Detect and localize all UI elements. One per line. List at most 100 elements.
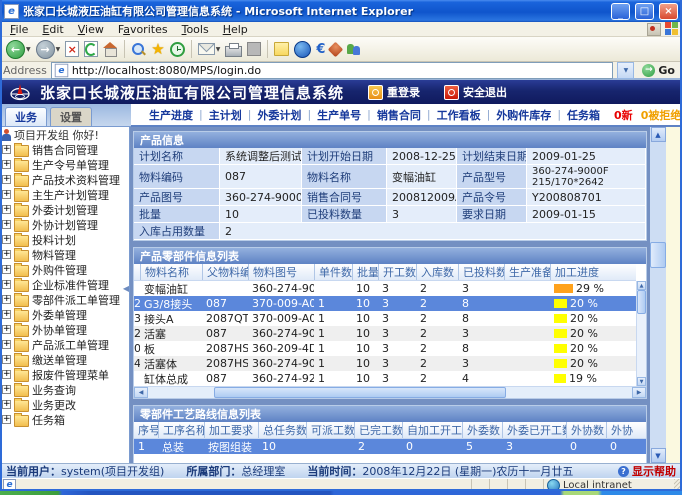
parts-horizontal-scrollbar[interactable]: ◀ ▶ — [134, 386, 646, 398]
sidebar-item-9[interactable]: +企业标准件管理 — [0, 277, 129, 292]
show-help-button[interactable]: ? 显示帮助 — [618, 463, 676, 479]
table-row[interactable]: 2活塞087360-274-9010F11032320 % — [134, 326, 636, 341]
menu-item-view[interactable]: View — [71, 23, 111, 36]
notes-button[interactable] — [272, 38, 291, 61]
browser-globe-button[interactable] — [292, 38, 313, 61]
resize-grip[interactable] — [674, 479, 682, 491]
table-row[interactable]: 缸体总成087360-274-9200F11032419 % — [134, 371, 636, 386]
sidebar-item-3[interactable]: +主生产计划管理 — [0, 187, 129, 202]
column-header[interactable]: 外协数 — [566, 422, 606, 438]
nav-item-4[interactable]: 销售合同 — [371, 107, 427, 123]
windows-taskbar-sliver[interactable] — [0, 491, 682, 495]
table-row[interactable]: 1总装按图组装10205300 — [134, 439, 646, 454]
column-header[interactable]: 开工数 — [378, 264, 416, 280]
table-row[interactable]: 变幅油缸360-274-9000F1032329 % — [134, 281, 636, 296]
sidebar-item-18[interactable]: +任务箱 — [0, 412, 129, 427]
logout-button[interactable]: 安全退出 — [444, 84, 507, 100]
menu-item-edit[interactable]: Edit — [35, 23, 70, 36]
expand-icon[interactable]: + — [2, 295, 11, 304]
page-scrollbar[interactable]: ▲ ▼ — [650, 127, 666, 463]
forward-dropdown-icon[interactable]: ▼ — [56, 46, 61, 53]
sidebar-item-12[interactable]: +外协单管理 — [0, 322, 129, 337]
search-button[interactable] — [129, 38, 148, 61]
close-button[interactable]: × — [659, 3, 678, 20]
sidebar-item-14[interactable]: +缴送单管理 — [0, 352, 129, 367]
scroll-thumb[interactable] — [214, 387, 506, 398]
sidebar-item-8[interactable]: +外购件管理 — [0, 262, 129, 277]
nav-item-6[interactable]: 外购件库存 — [490, 107, 557, 123]
column-header[interactable]: 加工进度 — [550, 264, 636, 280]
column-header[interactable]: 加工要求 — [204, 422, 258, 438]
tab-business[interactable]: 业务 — [5, 107, 47, 126]
expand-icon[interactable]: + — [2, 355, 11, 364]
address-dropdown-button[interactable]: ▼ — [617, 62, 634, 79]
expand-icon[interactable]: + — [2, 310, 11, 319]
expand-icon[interactable]: + — [2, 190, 11, 199]
back-dropdown-icon[interactable]: ▼ — [26, 46, 31, 53]
sidebar-item-17[interactable]: +业务更改 — [0, 397, 129, 412]
scroll-left-icon[interactable]: ◀ — [134, 387, 148, 398]
scroll-right-icon[interactable]: ▶ — [632, 387, 646, 398]
column-header[interactable]: 工序名称 — [158, 422, 204, 438]
table-row[interactable]: 0板2087HS002360-209-4D01011032820 % — [134, 341, 636, 356]
print-button[interactable] — [223, 38, 244, 61]
sidebar-item-2[interactable]: +产品技术资料管理 — [0, 172, 129, 187]
scroll-thumb[interactable] — [650, 242, 666, 268]
scroll-thumb[interactable] — [637, 290, 646, 314]
expand-icon[interactable]: + — [2, 280, 11, 289]
back-button[interactable]: ←▼ — [4, 38, 33, 61]
minimize-button[interactable]: _ — [611, 3, 630, 20]
mail-button[interactable]: ▼ — [196, 38, 223, 61]
scroll-down-icon[interactable]: ▼ — [637, 377, 646, 386]
expand-icon[interactable]: + — [2, 205, 11, 214]
menu-item-file[interactable]: File — [3, 23, 35, 36]
column-header[interactable]: 序号 — [134, 422, 158, 438]
nav-item-5[interactable]: 工作看板 — [431, 107, 487, 123]
expand-icon[interactable]: + — [2, 415, 11, 424]
column-header[interactable]: 批量 — [352, 264, 378, 280]
go-button[interactable]: → Go — [638, 62, 679, 78]
column-header[interactable]: 单件数量 — [314, 264, 352, 280]
nav-item-0[interactable]: 生产进度 — [143, 107, 199, 123]
sidebar-item-16[interactable]: +业务查询 — [0, 382, 129, 397]
column-header[interactable]: 外协 — [606, 422, 646, 438]
column-header[interactable]: 外委已开工数 — [502, 422, 566, 438]
sidebar-item-11[interactable]: +外委单管理 — [0, 307, 129, 322]
column-header[interactable]: 可派工数 — [306, 422, 354, 438]
research-button[interactable] — [328, 38, 343, 61]
edit-button[interactable] — [245, 38, 263, 61]
column-header[interactable]: 父物料编码 — [202, 264, 248, 280]
forward-button[interactable]: →▼ — [34, 38, 63, 61]
relogin-button[interactable]: 重登录 — [368, 84, 420, 100]
expand-icon[interactable]: + — [2, 325, 11, 334]
expand-icon[interactable]: + — [2, 175, 11, 184]
home-button[interactable] — [101, 38, 120, 61]
sidebar-item-13[interactable]: +产品派工单管理 — [0, 337, 129, 352]
sidebar-item-6[interactable]: +投料计划 — [0, 232, 129, 247]
expand-icon[interactable]: + — [2, 220, 11, 229]
history-button[interactable] — [168, 38, 187, 61]
expand-icon[interactable]: + — [2, 160, 11, 169]
sidebar-item-10[interactable]: +零部件派工单管理 — [0, 292, 129, 307]
mail-dropdown-icon[interactable]: ▼ — [216, 46, 221, 53]
sidebar-item-5[interactable]: +外协计划管理 — [0, 217, 129, 232]
expand-icon[interactable]: + — [2, 385, 11, 394]
column-header[interactable]: 已投料数 — [458, 264, 504, 280]
sidebar-item-15[interactable]: +报废件管理菜单 — [0, 367, 129, 382]
table-row[interactable]: 2G3/8接头087370-009-A084011032820 % — [134, 296, 636, 311]
stop-button[interactable]: × — [63, 38, 81, 61]
expand-icon[interactable]: + — [2, 400, 11, 409]
menu-item-tools[interactable]: Tools — [175, 23, 216, 36]
nav-item-1[interactable]: 主计划 — [203, 107, 248, 123]
column-header[interactable]: 已完工数 — [354, 422, 402, 438]
scroll-up-icon[interactable]: ▲ — [651, 127, 666, 142]
column-header[interactable]: 物料名称 — [140, 264, 202, 280]
table-row[interactable]: 3接头A2087QT002370-009-A085011032820 % — [134, 311, 636, 326]
sidebar-item-1[interactable]: +生产令号单管理 — [0, 157, 129, 172]
maximize-button[interactable]: □ — [635, 3, 654, 20]
expand-icon[interactable]: + — [2, 235, 11, 244]
column-header[interactable]: 外委数 — [462, 422, 502, 438]
favorites-button[interactable]: ★ — [149, 38, 166, 61]
tab-settings[interactable]: 设置 — [50, 107, 92, 126]
refresh-button[interactable] — [82, 38, 100, 61]
